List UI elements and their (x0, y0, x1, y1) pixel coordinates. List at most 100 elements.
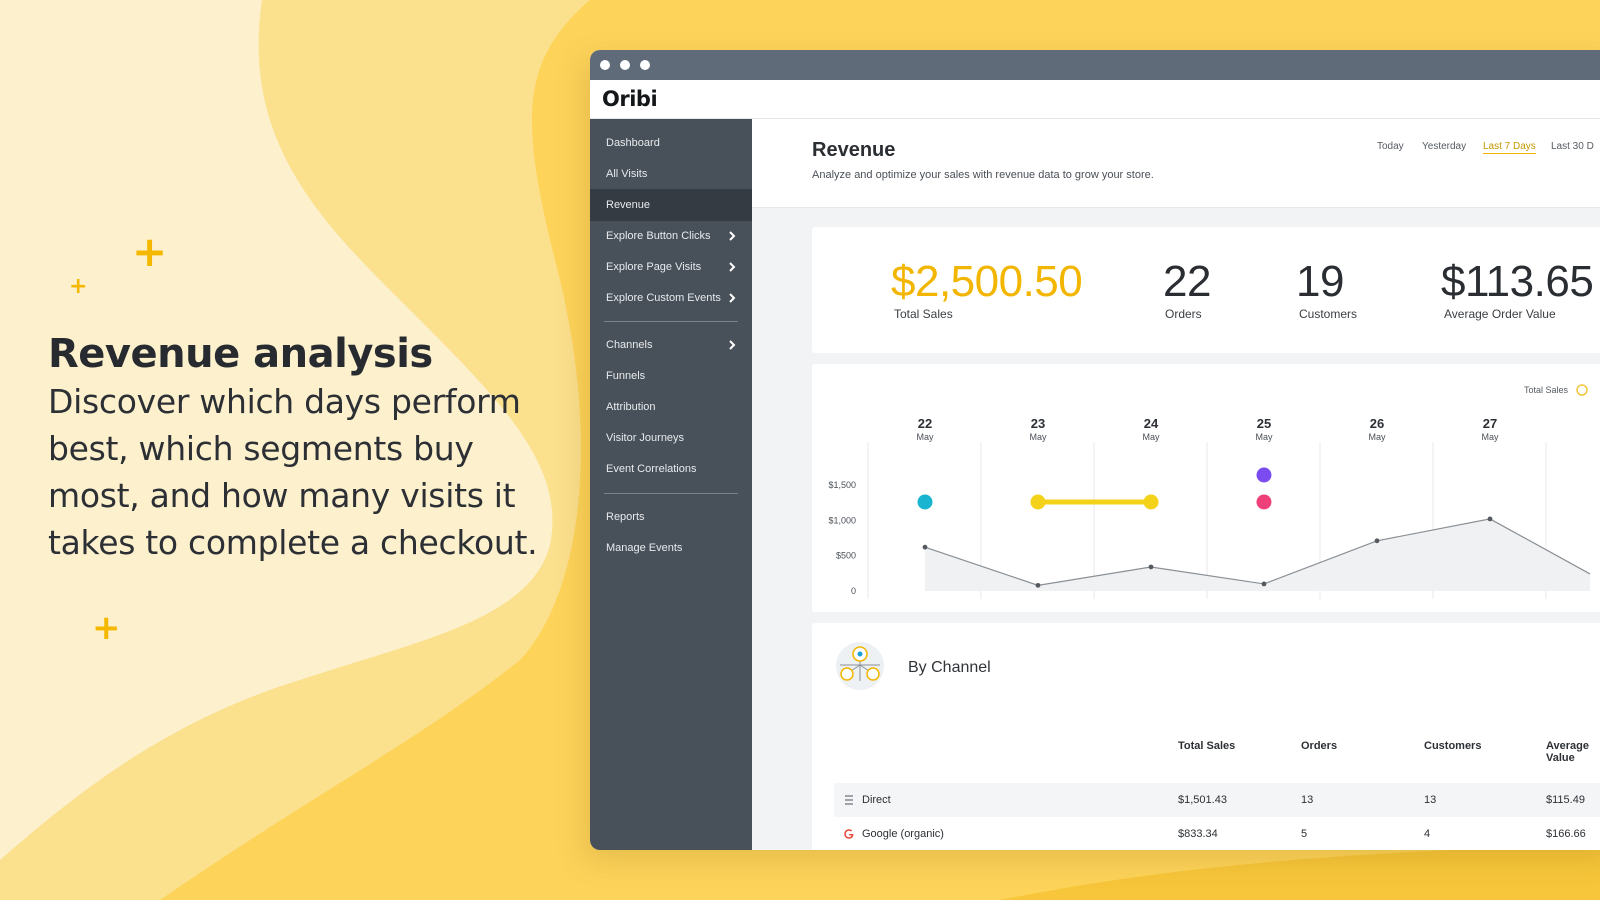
sidebar: Dashboard All Visits Revenue Explore But… (590, 119, 752, 850)
chevron-right-icon (729, 231, 736, 241)
chart-month-label: May (1142, 432, 1160, 442)
sidebar-item-explore-button-clicks[interactable]: Explore Button Clicks (590, 220, 752, 252)
range-today-button[interactable]: Today (1377, 141, 1404, 152)
chevron-right-icon (729, 340, 736, 350)
window-close-dot[interactable] (600, 60, 610, 70)
hero-subtitle: Discover which days perform best, which … (48, 378, 548, 566)
sidebar-item-event-correlations[interactable]: Event Correlations (590, 453, 752, 485)
chart-day-label: 25 (1257, 416, 1271, 431)
sidebar-item-all-visits[interactable]: All Visits (590, 158, 752, 190)
hero-title: Revenue analysis (48, 331, 433, 377)
channel-total-sales: $1,501.43 (1178, 794, 1227, 806)
channel-customers: 13 (1424, 794, 1437, 806)
sidebar-item-label: Event Correlations (606, 463, 697, 475)
sparkle-plus-icon: + (132, 227, 168, 276)
orders-label: Orders (1165, 307, 1202, 321)
event-marker (1143, 494, 1159, 510)
total-sales-label: Total Sales (894, 307, 953, 321)
sidebar-item-attribution[interactable]: Attribution (590, 391, 752, 423)
sidebar-item-reports[interactable]: Reports (590, 501, 752, 533)
sidebar-divider (604, 493, 738, 494)
sidebar-item-label: Explore Custom Events (606, 292, 721, 304)
sidebar-item-label: Visitor Journeys (606, 432, 685, 444)
column-header-average-value[interactable]: Average Value (1546, 740, 1596, 764)
chart-y-tick: $1,500 (828, 480, 856, 490)
google-icon (844, 829, 854, 839)
table-row[interactable]: Direct $1,501.43 13 13 $115.49 (834, 783, 1600, 817)
channel-total-sales: $833.34 (1178, 828, 1218, 840)
hero-subtitle-line: best, which segments buy (48, 429, 474, 468)
chart-month-label: May (1368, 432, 1386, 442)
event-marker (1030, 494, 1046, 510)
legend-marker-icon (1576, 384, 1588, 396)
column-header-orders[interactable]: Orders (1301, 740, 1337, 752)
sidebar-item-label: Dashboard (606, 137, 660, 149)
chart-data-point (1148, 564, 1154, 570)
sidebar-item-label: Funnels (606, 370, 646, 382)
channel-average-value: $166.66 (1546, 828, 1586, 840)
channel-orders: 5 (1301, 828, 1308, 840)
sparkle-plus-icon: + (92, 608, 121, 648)
sidebar-item-label: Channels (606, 339, 653, 351)
orders-value: 22 (1163, 257, 1211, 306)
range-last-7-days-button[interactable]: Last 7 Days (1483, 141, 1536, 154)
event-marker (1256, 467, 1272, 483)
column-header-total-sales[interactable]: Total Sales (1178, 740, 1235, 752)
chart-day-label: 24 (1144, 416, 1159, 431)
table-row[interactable]: Google (organic) $833.34 5 4 $166.66 (834, 817, 1600, 850)
chart-data-point (1035, 582, 1041, 588)
chart-area (925, 518, 1590, 591)
column-header-customers[interactable]: Customers (1424, 740, 1481, 752)
event-marker (917, 494, 933, 510)
sidebar-item-revenue[interactable]: Revenue (590, 189, 752, 221)
chart-data-point (922, 544, 928, 550)
main-content: Revenue Analyze and optimize your sales … (752, 119, 1600, 850)
sales-chart: 22May23May24May25May26May27May$1,500$1,0… (828, 384, 1591, 599)
sidebar-item-visitor-journeys[interactable]: Visitor Journeys (590, 422, 752, 454)
window-minimize-dot[interactable] (620, 60, 630, 70)
channel-average-value: $115.49 (1546, 794, 1585, 806)
channel-customers: 4 (1424, 828, 1431, 840)
window-maximize-dot[interactable] (640, 60, 650, 70)
sidebar-item-dashboard[interactable]: Dashboard (590, 127, 752, 159)
channel-network-icon (836, 642, 884, 690)
sidebar-item-channels[interactable]: Channels (590, 329, 752, 361)
sidebar-item-explore-page-visits[interactable]: Explore Page Visits (590, 251, 752, 283)
average-order-value-label: Average Order Value (1444, 307, 1556, 321)
sidebar-item-label: All Visits (606, 168, 648, 180)
oribi-logo[interactable]: Oribi (602, 87, 658, 111)
sidebar-item-explore-custom-events[interactable]: Explore Custom Events (590, 282, 752, 314)
chart-day-label: 26 (1370, 416, 1384, 431)
by-channel-card: By Channel Total Sales Orders Customers … (812, 623, 1600, 850)
page-header: Revenue Analyze and optimize your sales … (752, 119, 1600, 208)
sidebar-item-label: Manage Events (606, 542, 683, 554)
customers-value: 19 (1296, 257, 1344, 306)
channel-name: Direct (862, 794, 891, 806)
chevron-right-icon (729, 262, 736, 272)
sidebar-item-label: Reports (606, 511, 645, 523)
chart-day-label: 22 (918, 416, 932, 431)
app-window: Oribi Dashboard All Visits Revenue Explo… (590, 50, 1600, 850)
stats-card: $2,500.50 Total Sales 22 Orders 19 Custo… (812, 227, 1600, 353)
channel-name: Google (organic) (862, 828, 944, 840)
sidebar-item-label: Explore Button Clicks (606, 230, 711, 242)
chart-month-label: May (916, 432, 934, 442)
hero-subtitle-line: Discover which days perform (48, 382, 521, 421)
window-titlebar (590, 50, 1600, 80)
range-yesterday-button[interactable]: Yesterday (1422, 141, 1466, 152)
chart-y-tick: $500 (836, 551, 856, 561)
sidebar-divider (604, 321, 738, 322)
app-topbar: Oribi (590, 80, 1600, 119)
chart-y-tick: 0 (851, 586, 856, 596)
range-last-30-days-button[interactable]: Last 30 D (1551, 141, 1594, 152)
page-title: Revenue (812, 139, 896, 161)
chart-legend-label: Total Sales (1524, 385, 1569, 395)
by-channel-title: By Channel (908, 659, 991, 676)
total-sales-value: $2,500.50 (891, 257, 1083, 306)
chart-month-label: May (1481, 432, 1499, 442)
chevron-right-icon (729, 293, 736, 303)
chart-day-label: 23 (1031, 416, 1045, 431)
sidebar-item-funnels[interactable]: Funnels (590, 360, 752, 392)
sidebar-item-manage-events[interactable]: Manage Events (590, 532, 752, 564)
sidebar-item-label: Explore Page Visits (606, 261, 702, 273)
